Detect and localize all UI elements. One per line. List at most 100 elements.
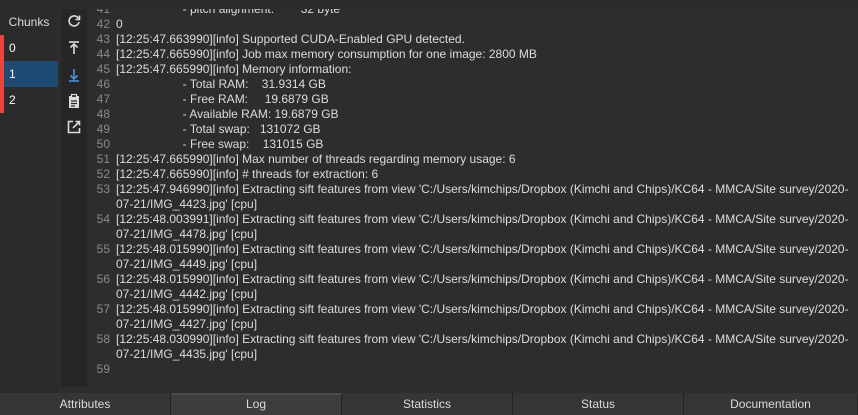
chunks-panel: Chunks 0 1 2 <box>0 9 58 393</box>
refresh-icon <box>68 15 81 27</box>
log-line: 07-21/IMG_4427.jpg' [cpu] <box>88 317 858 332</box>
chunk-item-label: 2 <box>9 93 16 107</box>
log-text: - Free RAM: 19.6879 GB <box>116 92 329 106</box>
log-line: 59 <box>88 362 858 377</box>
open-external-icon <box>67 120 81 134</box>
log-line: 46 - Total RAM: 31.9314 GB <box>88 77 858 92</box>
log-text: [12:25:47.946990][info] Extracting sift … <box>116 182 849 196</box>
line-number: 57 <box>96 302 110 316</box>
log-line: 42 0 <box>88 17 858 32</box>
line-number: 52 <box>96 167 110 181</box>
log-text: 07-21/IMG_4435.jpg' [cpu] <box>116 347 258 361</box>
bottom-tab-bar: Attributes Log Statistics Status Documen… <box>0 393 858 415</box>
tab-documentation[interactable]: Documentation <box>684 393 857 415</box>
log-line: 55 [12:25:48.015990][info] Extracting sif… <box>88 242 858 257</box>
log-line: 45 [12:25:47.665990][info] Memory informa… <box>88 62 858 77</box>
line-number: 42 <box>96 17 110 31</box>
log-text: - Total swap: 131072 GB <box>116 122 321 136</box>
tab-status[interactable]: Status <box>513 393 684 415</box>
tab-attributes[interactable]: Attributes <box>0 393 171 415</box>
log-text: 0 <box>116 17 123 31</box>
log-line: 44 [12:25:47.665990][info] Job max memory… <box>88 47 858 62</box>
line-number: 54 <box>96 212 110 226</box>
line-number <box>88 227 110 242</box>
line-number: 53 <box>96 182 110 196</box>
log-line: 52 [12:25:47.665990][info] # threads for … <box>88 167 858 182</box>
line-number: 41 <box>96 9 110 16</box>
log-line: 07-21/IMG_4478.jpg' [cpu] <box>88 227 858 242</box>
line-number: 43 <box>96 32 110 46</box>
log-text: [12:25:48.003991][info] Extracting sift … <box>116 212 849 226</box>
line-number <box>88 287 110 302</box>
log-text: - Total RAM: 31.9314 GB <box>116 77 326 91</box>
line-number <box>88 317 110 332</box>
scroll-to-top-icon <box>69 41 79 54</box>
log-text: - Free swap: 131015 GB <box>116 137 324 151</box>
chunk-item-1[interactable]: 1 <box>0 61 58 87</box>
log-line: 41 - pitch alignment: 32 byte <box>88 9 858 17</box>
log-line: 49 - Total swap: 131072 GB <box>88 122 858 137</box>
log-text: 07-21/IMG_4423.jpg' [cpu] <box>116 197 258 211</box>
line-number <box>88 197 110 212</box>
log-line: 54 [12:25:48.003991][info] Extracting sif… <box>88 212 858 227</box>
chunk-item-2[interactable]: 2 <box>0 87 58 113</box>
log-text: - Available RAM: 19.6879 GB <box>116 107 339 121</box>
chunks-header: Chunks <box>8 15 50 29</box>
line-number: 45 <box>96 62 110 76</box>
scroll-to-top-button[interactable] <box>64 38 84 58</box>
line-number: 51 <box>96 152 110 166</box>
log-text: [12:25:48.015990][info] Extracting sift … <box>116 272 849 286</box>
log-line: 47 - Free RAM: 19.6879 GB <box>88 92 858 107</box>
log-text: [12:25:47.665990][info] # threads for ex… <box>116 167 379 181</box>
scroll-to-bottom-icon <box>69 69 79 82</box>
tab-log[interactable]: Log <box>171 393 342 415</box>
log-line: 48 - Available RAM: 19.6879 GB <box>88 107 858 122</box>
clipboard-icon <box>69 93 79 108</box>
line-number: 59 <box>96 362 110 376</box>
open-external-button[interactable] <box>64 117 84 137</box>
log-text: - pitch alignment: 32 byte <box>116 9 341 16</box>
log-text: [12:25:47.665990][info] Job max memory c… <box>116 47 537 61</box>
log-text: 07-21/IMG_4478.jpg' [cpu] <box>116 227 258 241</box>
log-toolbar <box>61 9 87 387</box>
log-text: 07-21/IMG_4427.jpg' [cpu] <box>116 317 258 331</box>
line-number <box>88 347 110 362</box>
log-line: 07-21/IMG_4435.jpg' [cpu] <box>88 347 858 362</box>
line-number: 55 <box>96 242 110 256</box>
line-number <box>88 257 110 272</box>
log-line: 07-21/IMG_4423.jpg' [cpu] <box>88 197 858 212</box>
log-line: 07-21/IMG_4449.jpg' [cpu] <box>88 257 858 272</box>
log-line: 50 - Free swap: 131015 GB <box>88 137 858 152</box>
scroll-to-bottom-button[interactable] <box>64 65 84 85</box>
chunk-status-stripe <box>0 35 4 61</box>
log-line: 57 [12:25:48.015990][info] Extracting sif… <box>88 302 858 317</box>
log-text: [12:25:48.030990][info] Extracting sift … <box>116 332 849 346</box>
copy-to-clipboard-button[interactable] <box>64 91 84 111</box>
log-line: 07-21/IMG_4442.jpg' [cpu] <box>88 287 858 302</box>
log-text: [12:25:47.663990][info] Supported CUDA-E… <box>116 32 465 46</box>
log-line: 58 [12:25:48.030990][info] Extracting sif… <box>88 332 858 347</box>
line-number: 44 <box>96 47 110 61</box>
log-line: 51 [12:25:47.665990][info] Max number of … <box>88 152 858 167</box>
line-number: 48 <box>96 107 110 121</box>
chunk-status-stripe <box>0 61 4 87</box>
line-number: 46 <box>96 77 110 91</box>
log-text: 07-21/IMG_4442.jpg' [cpu] <box>116 287 258 301</box>
line-number: 50 <box>96 137 110 151</box>
chunk-status-stripe <box>0 87 4 113</box>
log-view[interactable]: 41 - pitch alignment: 32 byte 42 0 43 [12:… <box>88 9 858 391</box>
tab-statistics[interactable]: Statistics <box>342 393 513 415</box>
line-number: 49 <box>96 122 110 136</box>
log-text: [12:25:47.665990][info] Memory informati… <box>116 62 352 76</box>
log-text: [12:25:47.665990][info] Max number of th… <box>116 152 516 166</box>
log-line: 53 [12:25:47.946990][info] Extracting sif… <box>88 182 858 197</box>
line-number: 47 <box>96 92 110 106</box>
log-line: 43 [12:25:47.663990][info] Supported CUDA… <box>88 32 858 47</box>
log-line: 56 [12:25:48.015990][info] Extracting sif… <box>88 272 858 287</box>
log-text: [12:25:48.015990][info] Extracting sift … <box>116 242 849 256</box>
line-number: 56 <box>96 272 110 286</box>
chunk-item-0[interactable]: 0 <box>0 35 58 61</box>
refresh-button[interactable] <box>64 11 84 31</box>
chunk-item-label: 0 <box>9 41 16 55</box>
